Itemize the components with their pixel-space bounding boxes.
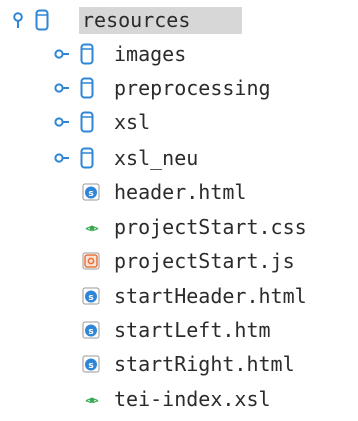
folder-icon bbox=[80, 111, 94, 133]
html-file-icon: s bbox=[82, 287, 100, 305]
js-file-icon bbox=[82, 252, 100, 270]
tree-node-preprocessing[interactable]: preprocessing bbox=[0, 71, 358, 105]
tree-node-label: tei-index.xsl bbox=[114, 387, 271, 411]
tree-file-tei-index-xsl[interactable]: <> tei-index.xsl bbox=[0, 382, 358, 416]
tree-node-label: startHeader.html bbox=[114, 284, 307, 308]
tree-node-images[interactable]: images bbox=[0, 37, 358, 71]
html-file-icon: s bbox=[82, 183, 100, 201]
tree-node-label: xsl bbox=[114, 110, 151, 134]
css-file-icon: <> bbox=[82, 218, 102, 236]
xsl-file-icon: <> bbox=[82, 390, 102, 408]
tree-node-label: startRight.html bbox=[114, 352, 295, 376]
folder-icon bbox=[80, 43, 94, 65]
tree-node-xsl-neu[interactable]: xsl_neu bbox=[0, 141, 358, 175]
tree-node-label: startLeft.htm bbox=[114, 318, 271, 342]
svg-text:s: s bbox=[88, 361, 93, 371]
html-file-icon: s bbox=[82, 321, 100, 339]
svg-text:s: s bbox=[88, 327, 93, 337]
expand-toggle-icon[interactable] bbox=[54, 153, 70, 163]
file-tree: resources images preprocessing xsl xsl_n… bbox=[0, 0, 358, 421]
html-file-icon: s bbox=[82, 355, 100, 373]
tree-node-label: resources bbox=[82, 8, 191, 32]
tree-node-resources[interactable]: resources bbox=[0, 3, 358, 37]
tree-node-label: preprocessing bbox=[114, 76, 271, 100]
tree-node-label: images bbox=[114, 42, 187, 66]
expand-toggle-icon[interactable] bbox=[54, 83, 70, 93]
svg-text:s: s bbox=[88, 293, 93, 303]
tree-node-label: projectStart.css bbox=[114, 215, 307, 239]
tree-file-startheader-html[interactable]: s startHeader.html bbox=[0, 279, 358, 313]
tree-file-projectstart-css[interactable]: <> projectStart.css bbox=[0, 210, 358, 244]
svg-text:s: s bbox=[88, 189, 93, 199]
collapse-toggle-icon[interactable] bbox=[12, 12, 24, 29]
tree-node-xsl[interactable]: xsl bbox=[0, 105, 358, 139]
folder-icon bbox=[80, 147, 94, 169]
expand-toggle-icon[interactable] bbox=[54, 49, 70, 59]
tree-node-label: header.html bbox=[114, 180, 247, 204]
tree-node-label: xsl_neu bbox=[114, 146, 199, 170]
folder-icon bbox=[35, 9, 49, 31]
tree-file-header-html[interactable]: s header.html bbox=[0, 175, 358, 209]
tree-file-projectstart-js[interactable]: projectStart.js bbox=[0, 244, 358, 278]
tree-file-startleft-htm[interactable]: s startLeft.htm bbox=[0, 313, 358, 347]
tree-node-label: projectStart.js bbox=[114, 249, 295, 273]
expand-toggle-icon[interactable] bbox=[54, 117, 70, 127]
folder-icon bbox=[80, 77, 94, 99]
tree-file-startright-html[interactable]: s startRight.html bbox=[0, 347, 358, 381]
